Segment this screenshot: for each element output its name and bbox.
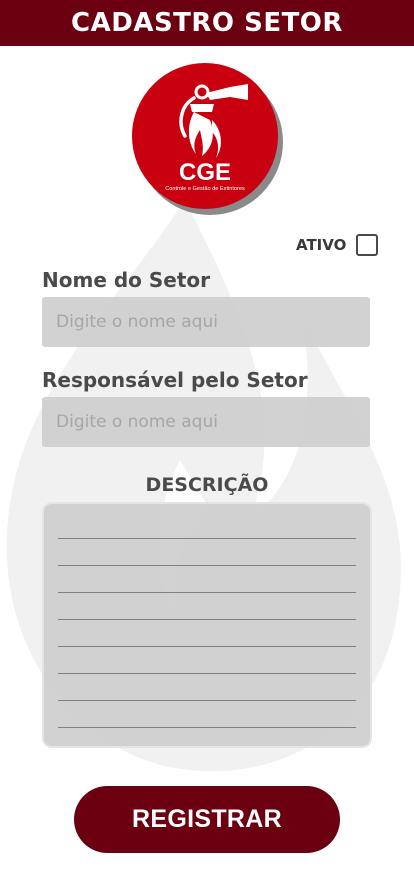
ruled-line [58,646,356,647]
ruled-line [58,538,356,539]
logo-tagline: Controle e Gestão de Extintores [165,186,245,192]
cge-logo: CGE Controle e Gestão de Extintores [132,63,283,215]
ruled-line [58,619,356,620]
ruled-line [58,727,356,728]
ativo-label: ATIVO [296,236,347,254]
nome-setor-input[interactable] [42,297,370,347]
registrar-button[interactable]: REGISTRAR [74,786,340,853]
descricao-label: DESCRIÇÃO [145,474,269,496]
ativo-toggle[interactable]: ATIVO [296,234,379,256]
page-title: CADASTRO SETOR [71,8,343,38]
ruled-line [58,565,356,566]
descricao-textarea[interactable] [42,502,372,748]
ruled-line [58,700,356,701]
nome-setor-label: Nome do Setor [42,268,210,292]
ruled-line [58,673,356,674]
responsavel-input[interactable] [42,397,370,447]
responsavel-label: Responsável pelo Setor [42,368,308,392]
logo-brand: CGE [179,159,231,186]
ruled-line [58,592,356,593]
ativo-checkbox[interactable] [356,234,379,256]
header-bar: CADASTRO SETOR [0,0,414,46]
